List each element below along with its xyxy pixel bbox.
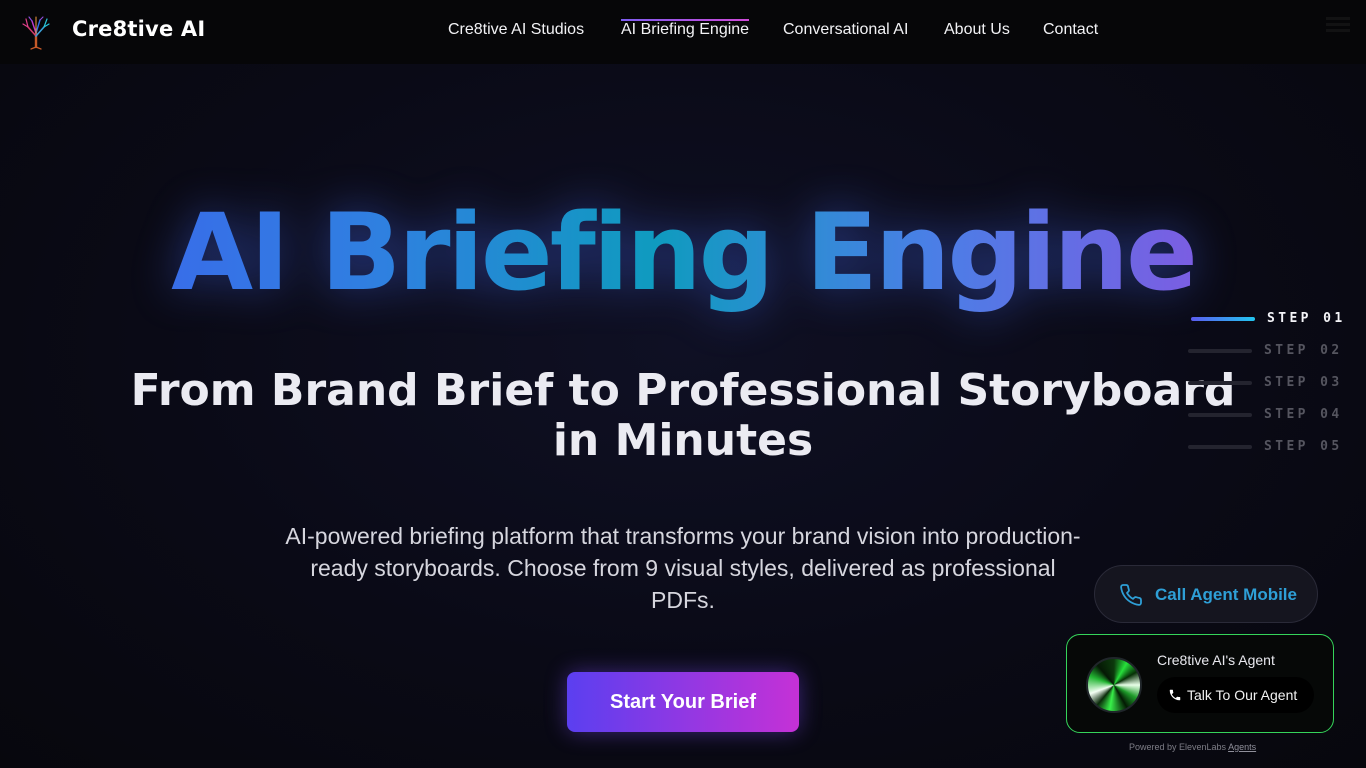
step-03[interactable]: STEP 03	[1186, 372, 1356, 396]
menu-icon[interactable]	[1326, 14, 1350, 38]
phone-icon	[1120, 584, 1142, 606]
step-label: STEP 01	[1267, 311, 1346, 326]
nav-link-conversational-ai[interactable]: Conversational AI	[783, 21, 908, 39]
hero-subtitle: From Brand Brief to Professional Storybo…	[120, 366, 1246, 466]
step-label: STEP 02	[1264, 343, 1343, 358]
talk-to-agent-button[interactable]: Talk To Our Agent	[1157, 677, 1314, 713]
step-progress-bar	[1188, 381, 1252, 385]
hero-subtitle-line2: in Minutes	[552, 415, 814, 466]
powered-by-text: Powered by ElevenLabs	[1129, 742, 1227, 752]
talk-to-agent-label: Talk To Our Agent	[1187, 687, 1298, 703]
powered-by-footer: Powered by ElevenLabs Agents	[1129, 742, 1256, 752]
step-02[interactable]: STEP 02	[1186, 340, 1356, 364]
step-progress-bar	[1188, 349, 1252, 353]
call-agent-mobile-button[interactable]: Call Agent Mobile	[1094, 565, 1318, 623]
step-label: STEP 04	[1264, 407, 1343, 422]
agent-avatar	[1086, 657, 1142, 713]
step-indicator: STEP 01 STEP 02 STEP 03 STEP 04 STEP 05	[1186, 308, 1356, 468]
step-01[interactable]: STEP 01	[1186, 308, 1356, 332]
nav-link-briefing-engine[interactable]: AI Briefing Engine	[621, 19, 750, 39]
hero-description: AI-powered briefing platform that transf…	[285, 523, 1081, 613]
start-brief-button[interactable]: Start Your Brief	[567, 672, 799, 732]
hero-title: AI Briefing Engine	[0, 188, 1366, 318]
agent-widget: Cre8tive AI's Agent Talk To Our Agent	[1066, 634, 1334, 733]
nav-link-studios[interactable]: Cre8tive AI Studios	[448, 21, 584, 39]
nav-link-about-us[interactable]: About Us	[944, 21, 1010, 39]
step-progress-bar	[1188, 413, 1252, 417]
top-navbar: Cre8tive AI Cre8tive AI Studios AI Brief…	[0, 0, 1366, 64]
tree-logo-icon[interactable]	[18, 14, 54, 50]
nav-link-contact[interactable]: Contact	[1043, 21, 1098, 39]
agent-name: Cre8tive AI's Agent	[1157, 652, 1275, 668]
step-04[interactable]: STEP 04	[1186, 404, 1356, 428]
step-label: STEP 03	[1264, 375, 1343, 390]
step-05[interactable]: STEP 05	[1186, 436, 1356, 460]
phone-icon	[1169, 689, 1181, 701]
call-agent-mobile-label: Call Agent Mobile	[1155, 585, 1297, 604]
step-label: STEP 05	[1264, 439, 1343, 454]
step-progress-bar	[1191, 317, 1255, 321]
agents-link[interactable]: Agents	[1228, 742, 1256, 752]
hero-subtitle-line1: From Brand Brief to Professional Storybo…	[130, 365, 1236, 416]
brand-name[interactable]: Cre8tive AI	[72, 17, 205, 41]
step-progress-bar	[1188, 445, 1252, 449]
